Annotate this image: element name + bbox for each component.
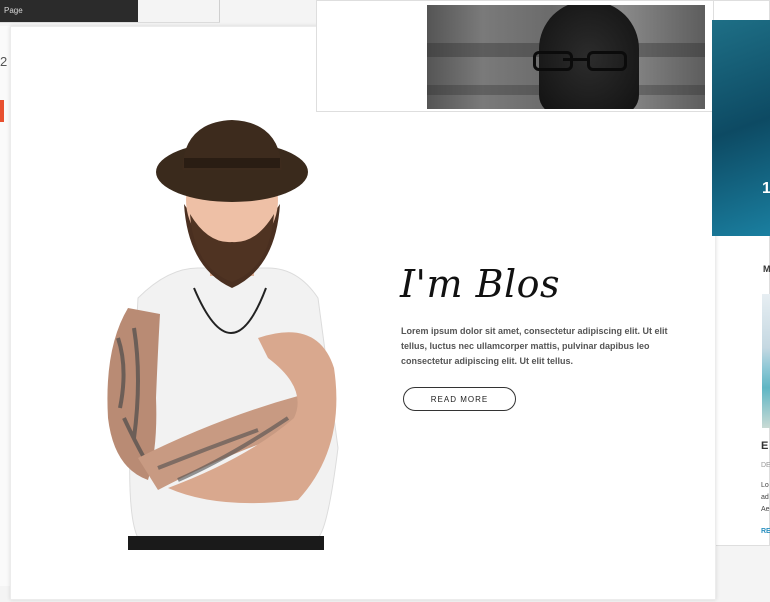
right-card-heading: M <box>763 264 770 274</box>
divider <box>0 22 220 23</box>
right-card-read-more-link[interactable]: RE <box>761 528 770 535</box>
right-card-post-image <box>762 294 770 428</box>
right-card-post-title[interactable]: E <box>761 440 768 452</box>
right-card-image <box>712 20 770 236</box>
hero-person-image <box>107 120 339 550</box>
read-more-button[interactable]: READ MORE <box>403 387 516 411</box>
hero-title: I'm Blos <box>400 262 561 306</box>
badge-number: 8 <box>65 55 71 66</box>
admin-bar-label: Page <box>4 6 23 15</box>
left-page-number: 2 <box>0 54 8 69</box>
right-card-excerpt-line: ad <box>761 494 769 501</box>
right-card-meta: DE <box>761 462 770 469</box>
portrait-photo <box>427 5 705 109</box>
left-page-accent <box>0 100 4 122</box>
right-card-excerpt-line: Lo <box>761 482 769 489</box>
hero-description: Lorem ipsum dolor sit amet, consectetur … <box>401 326 668 366</box>
glasses-icon <box>525 51 629 71</box>
right-card-excerpt-line: Ae <box>761 506 770 513</box>
divider <box>219 0 220 22</box>
right-card-overlay-text: 1 <box>762 180 770 197</box>
photo-card <box>316 0 714 112</box>
admin-bar: Page <box>0 0 138 22</box>
